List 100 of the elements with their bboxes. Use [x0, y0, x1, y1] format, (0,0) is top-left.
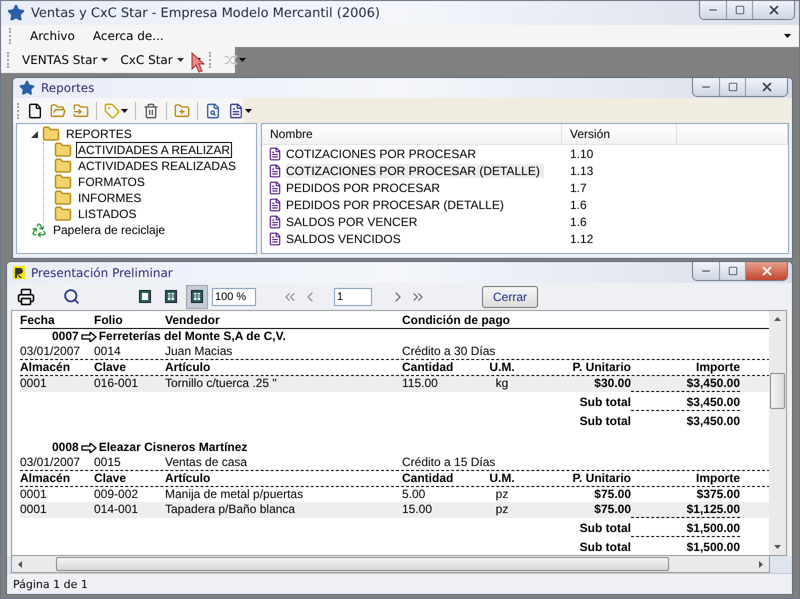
page-field[interactable]: 1: [334, 288, 372, 306]
table-cell-text: Tapadera p/Baño blanca: [165, 502, 296, 518]
tree-item[interactable]: ACTIVIDADES REALIZADAS: [76, 158, 238, 174]
list-item[interactable]: COTIZACIONES POR PROCESAR: [286, 146, 480, 160]
table-cell-text: $75.00: [593, 487, 631, 502]
report-icon: [268, 180, 282, 194]
table-cell-text: 1.12: [569, 230, 594, 247]
table-cell-text: 03/01/2007: [20, 344, 82, 359]
vertical-scrollbar[interactable]: [769, 310, 787, 556]
maximize-icon: [734, 5, 744, 15]
new-folder-icon[interactable]: [174, 102, 190, 118]
zoom-field[interactable]: 100 %: [212, 288, 256, 306]
column-header: Clave: [94, 471, 128, 486]
maximize-button[interactable]: [726, 1, 752, 19]
folder-arrow-icon[interactable]: [73, 102, 89, 118]
menu-item[interactable]: Acerca de...: [90, 29, 166, 43]
column-header[interactable]: Nombre: [262, 124, 562, 145]
table-cell-text: Tornillo c/tuerca .25 ": [165, 376, 278, 392]
table-cell-text: pz: [494, 502, 510, 518]
cursor-icon: [191, 52, 205, 74]
list-item[interactable]: COTIZACIONES POR PROCESAR (DETALLE): [286, 164, 544, 178]
arrow-icon: [80, 442, 97, 452]
list-item[interactable]: PEDIDOS POR PROCESAR: [286, 180, 444, 194]
caret-icon: [245, 108, 252, 112]
preview-icon[interactable]: [205, 102, 221, 118]
table-cell-text: 1.7: [569, 180, 588, 196]
column-header: Cantidad: [402, 471, 454, 486]
folder-icon: [54, 189, 72, 207]
column-header: Fecha: [20, 313, 56, 328]
customer-name: Eleazar Cisneros Martínez: [98, 440, 248, 455]
table-cell-text: $30.00: [593, 376, 631, 392]
maximize-button[interactable]: [719, 262, 745, 280]
menu-dropdown[interactable]: CxC Star: [118, 53, 186, 67]
maximize-button[interactable]: [719, 78, 745, 96]
tree-item[interactable]: Papelera de reciclaje: [51, 222, 168, 238]
star-icon: [19, 80, 35, 96]
arrow-icon: [80, 332, 97, 342]
list-item[interactable]: SALDOS VENCIDOS: [286, 232, 405, 246]
subtotal-label: Sub total: [578, 520, 631, 537]
scrollbar-thumb[interactable]: [56, 557, 669, 571]
customer-code: 0008: [52, 440, 79, 455]
caret-icon: [784, 34, 791, 38]
tree-item[interactable]: LISTADOS: [76, 206, 138, 222]
table-cell-text: 0001: [20, 487, 48, 502]
open-folder-icon[interactable]: [50, 102, 66, 118]
scroll-up-icon[interactable]: [774, 317, 781, 321]
table-cell-text: 0014: [94, 344, 122, 359]
shuffle-icon[interactable]: [224, 53, 238, 67]
table-cell-text: 009-002: [94, 487, 140, 502]
tree-item[interactable]: INFORMES: [76, 190, 144, 206]
table-cell-text: Ventas de casa: [165, 455, 248, 470]
subtotal-value: $1,500.00: [686, 539, 740, 555]
expander-icon[interactable]: [31, 130, 38, 138]
scroll-down-icon[interactable]: [774, 545, 781, 549]
new-document-icon[interactable]: [27, 102, 43, 118]
column-header: Cantidad: [402, 360, 454, 375]
print-icon[interactable]: [17, 288, 35, 306]
table-cell-text: 0001: [20, 376, 48, 392]
table-cell: $3,450.00: [631, 376, 740, 392]
minimize-button[interactable]: [693, 78, 719, 96]
subtotal-value: $3,450.00: [631, 392, 740, 411]
close-button[interactable]: [745, 262, 787, 280]
menu-dropdown[interactable]: VENTAS Star: [20, 53, 110, 67]
scroll-left-icon[interactable]: [18, 560, 22, 568]
minimize-button[interactable]: [700, 1, 726, 19]
star-icon: [7, 4, 25, 22]
view-mode-button[interactable]: [186, 284, 208, 308]
customer-code: 0007: [52, 329, 79, 344]
maximize-icon: [728, 82, 738, 92]
list-item[interactable]: SALDOS POR VENCER: [286, 214, 422, 228]
column-header: Vendedor: [165, 313, 221, 328]
table-cell-text: kg: [494, 376, 510, 392]
column-header[interactable]: Versión: [562, 124, 677, 145]
scroll-right-icon[interactable]: [759, 560, 763, 568]
table-cell-text: 03/01/2007: [20, 455, 82, 470]
search-icon[interactable]: [63, 288, 80, 305]
report-icon: [268, 232, 282, 246]
table-cell-text: 014-001: [94, 502, 140, 518]
column-header: Almacén: [20, 471, 72, 486]
column-header: P. Unitario: [572, 471, 631, 486]
folder-icon: [54, 157, 72, 175]
tree-item[interactable]: FORMATOS: [76, 174, 147, 190]
subtotal-label: Sub total: [578, 539, 631, 555]
close-preview-button[interactable]: Cerrar: [482, 286, 538, 308]
close-button[interactable]: [752, 1, 794, 19]
table-cell-text: $75.00: [593, 502, 631, 518]
close-button[interactable]: [745, 78, 787, 96]
document-icon[interactable]: [228, 102, 244, 118]
folder-icon: [54, 205, 72, 223]
scrollbar-thumb[interactable]: [770, 373, 785, 409]
tree-item[interactable]: REPORTES: [64, 126, 134, 142]
page-icon: [165, 290, 177, 303]
trash-icon[interactable]: [143, 102, 159, 118]
list-item[interactable]: PEDIDOS POR PROCESAR (DETALLE): [286, 198, 508, 212]
tree-item[interactable]: ACTIVIDADES A REALIZAR: [76, 142, 232, 158]
column-header: Artículo: [165, 360, 212, 375]
horizontal-scrollbar[interactable]: [11, 556, 770, 573]
menu-item[interactable]: Archivo: [28, 29, 77, 43]
minimize-button[interactable]: [693, 262, 719, 280]
recycle-bin-icon: [31, 222, 47, 238]
